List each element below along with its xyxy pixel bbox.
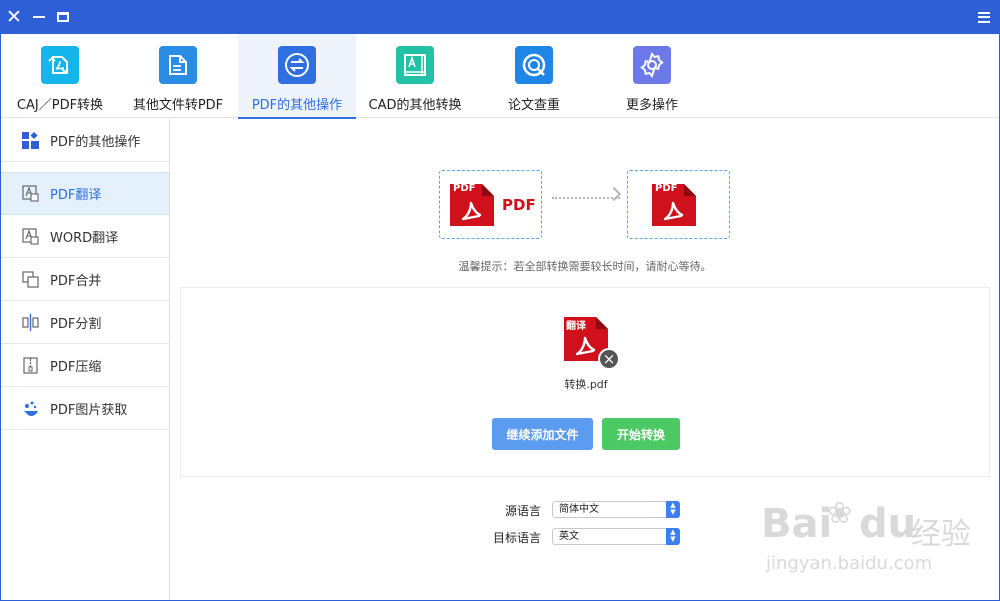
pdf-badge: PDF: [655, 183, 678, 194]
more-operations-icon: [633, 46, 671, 84]
tab-label: 论文查重: [507, 98, 560, 113]
app-window: ✕ CAJ／PDF转换 其他文件转PDF PDF的其他操作 CAD的其他转换 论…: [0, 0, 1000, 601]
tab-file-to-pdf[interactable]: 其他文件转PDF: [119, 34, 237, 118]
tab-label: CAJ／PDF转换: [16, 98, 104, 113]
sidebar-item-pdf-operations[interactable]: PDF的其他操作: [1, 119, 169, 162]
sidebar: PDF的其他操作 PDF翻译 WORD翻译 PDF合并 PDF分割 PDF压缩 …: [1, 119, 170, 600]
tab-label: CAD的其他转换: [368, 98, 462, 113]
sidebar-item-pdf-merge[interactable]: PDF合并: [1, 258, 169, 301]
source-language-row: 源语言 简体中文 ▲ ▼: [471, 501, 680, 519]
pdf-operations-icon: [278, 46, 316, 84]
tab-more-operations[interactable]: 更多操作: [593, 34, 711, 118]
sidebar-item-pdf-translate[interactable]: PDF翻译: [1, 172, 169, 215]
split-icon: [21, 313, 39, 331]
tip-text: 温馨提示：若全部转换需要较长时间，请耐心等待。: [458, 260, 712, 273]
sidebar-item-word-translate[interactable]: WORD翻译: [1, 215, 169, 258]
pdf-file-icon: PDF: [650, 182, 698, 228]
tab-pdf-operations[interactable]: PDF的其他操作: [238, 34, 356, 119]
paper-check-icon: [515, 46, 553, 84]
sidebar-item-label: PDF翻译: [50, 188, 102, 203]
tab-label: 更多操作: [625, 98, 678, 113]
select-arrows-icon: ▲ ▼: [666, 528, 680, 545]
maximize-icon[interactable]: [52, 5, 74, 29]
source-language-value: 简体中文: [559, 504, 599, 515]
source-format-label: PDF: [502, 196, 536, 214]
minimize-icon[interactable]: [28, 5, 50, 29]
sidebar-item-pdf-split[interactable]: PDF分割: [1, 301, 169, 344]
sidebar-item-label: PDF压缩: [50, 359, 102, 375]
source-pdf-box: PDF PDF: [439, 170, 542, 239]
sidebar-item-label: WORD翻译: [50, 230, 119, 246]
paw-icon: ❀: [827, 496, 853, 531]
watermark-brand: Bai: [761, 501, 833, 547]
sidebar-item-pdf-image-extract[interactable]: PDF图片获取: [1, 387, 169, 430]
cad-convert-icon: [396, 46, 434, 84]
source-language-select[interactable]: 简体中文 ▲ ▼: [552, 501, 680, 518]
title-bar: ✕: [1, 1, 999, 34]
watermark-url: jingyan.baidu.com: [766, 553, 933, 574]
sidebar-item-label: PDF图片获取: [50, 402, 128, 418]
tab-caj-pdf-convert[interactable]: CAJ／PDF转换: [1, 34, 119, 118]
sidebar-item-label: PDF的其他操作: [50, 134, 141, 150]
translate-icon: [21, 185, 39, 203]
sidebar-item-label: PDF合并: [50, 273, 102, 289]
main-toolbar: CAJ／PDF转换 其他文件转PDF PDF的其他操作 CAD的其他转换 论文查…: [1, 34, 999, 119]
sidebar-item-label: PDF分割: [50, 316, 102, 332]
target-language-select[interactable]: 英文 ▲ ▼: [552, 528, 680, 545]
source-language-label: 源语言: [504, 503, 541, 518]
compress-icon: [21, 356, 39, 374]
file-name: 转换.pdf: [564, 378, 608, 391]
caj-pdf-convert-icon: [41, 46, 79, 84]
file-drop-area[interactable]: 翻译 × 转换.pdf 继续添加文件 开始转换: [180, 287, 990, 477]
start-convert-button[interactable]: 开始转换: [602, 418, 680, 450]
merge-icon: [21, 270, 39, 288]
tab-label: 其他文件转PDF: [132, 98, 224, 113]
file-badge: 翻译: [566, 321, 586, 332]
target-pdf-box: PDF: [627, 170, 730, 239]
translate-icon: [21, 227, 39, 245]
pdf-badge: PDF: [453, 183, 476, 194]
add-files-button[interactable]: 继续添加文件: [492, 418, 593, 450]
sidebar-item-pdf-compress[interactable]: PDF压缩: [1, 344, 169, 387]
target-language-row: 目标语言 英文 ▲ ▼: [471, 528, 680, 546]
file-to-pdf-icon: [159, 46, 197, 84]
close-icon[interactable]: ✕: [3, 5, 25, 29]
tab-cad-convert[interactable]: CAD的其他转换: [356, 34, 474, 118]
grid-icon: [21, 131, 39, 149]
tab-paper-check[interactable]: 论文查重: [475, 34, 593, 118]
baidu-watermark: Bai ❀ du 经验 jingyan.baidu.com: [761, 491, 991, 591]
image-extract-icon: [21, 399, 39, 417]
menu-icon[interactable]: [973, 5, 995, 29]
watermark-brand-suffix: du: [859, 501, 917, 547]
target-language-label: 目标语言: [492, 530, 541, 545]
target-language-value: 英文: [559, 531, 579, 542]
select-arrows-icon: ▲ ▼: [666, 501, 680, 518]
remove-file-icon[interactable]: ×: [598, 348, 620, 370]
pdf-file-icon: PDF: [448, 182, 496, 228]
tab-label: PDF的其他操作: [251, 98, 343, 113]
watermark-cn: 经验: [911, 517, 971, 552]
